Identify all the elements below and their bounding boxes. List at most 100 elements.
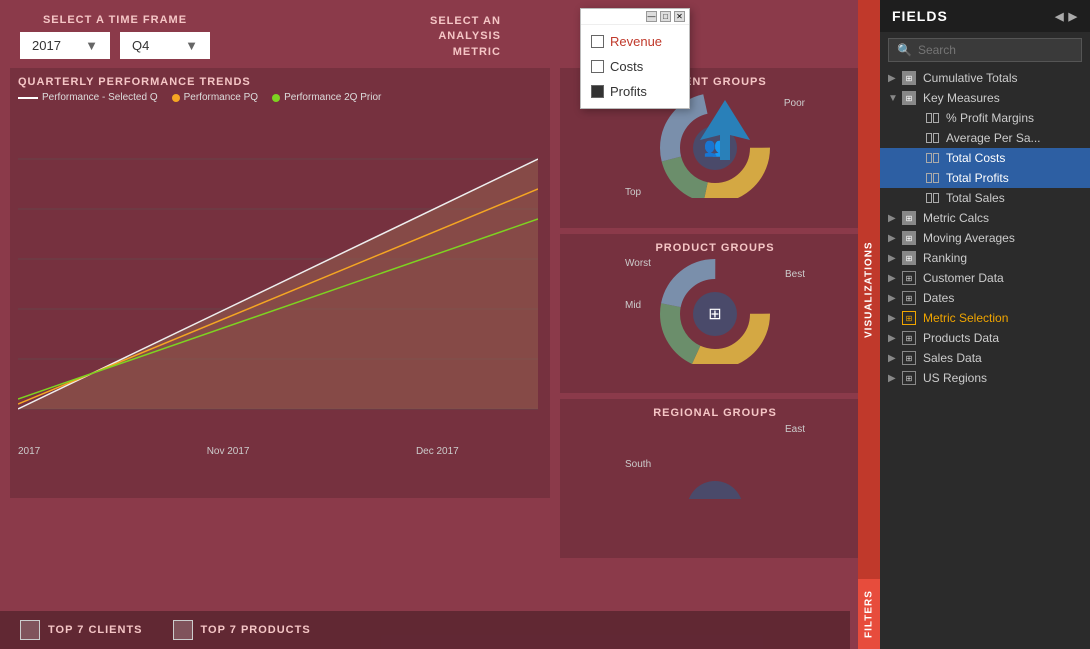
- product-label-best: Best: [785, 269, 805, 280]
- visualizations-tab[interactable]: VISUALIZATIONS: [858, 0, 880, 579]
- measure-icons: [926, 133, 939, 143]
- bottom-products-icon: [173, 620, 193, 640]
- search-icon: 🔍: [897, 43, 912, 57]
- metric-revenue-item[interactable]: Revenue: [581, 29, 689, 54]
- product-label-worst: Worst: [625, 258, 651, 269]
- products-data-label: Products Data: [923, 331, 1082, 345]
- grid-icon-gold: ⊞: [902, 311, 916, 325]
- fields-arrow-left[interactable]: ◀: [1055, 10, 1064, 23]
- regional-groups-title: REGIONAL GROUPS: [568, 407, 862, 419]
- sales-data-label: Sales Data: [923, 351, 1082, 365]
- bottom-clients: TOP 7 CLIENTS: [20, 620, 143, 640]
- tree-cumulative-totals[interactable]: ▶ ⊞ Cumulative Totals: [880, 68, 1090, 88]
- client-label-top: Top: [625, 187, 641, 198]
- metric-calcs-label: Metric Calcs: [923, 211, 1082, 225]
- table-icon: ⊞: [902, 91, 916, 105]
- us-regions-label: US Regions: [923, 371, 1082, 385]
- grid-icon: ⊞: [902, 351, 916, 365]
- total-sales-label: Total Sales: [946, 191, 1082, 205]
- key-measures-label: Key Measures: [923, 91, 1082, 105]
- tree-ranking[interactable]: ▶ ⊞ Ranking: [880, 248, 1090, 268]
- table-icon: ⊞: [902, 231, 916, 245]
- bottom-clients-icon: [20, 620, 40, 640]
- metric-costs-item[interactable]: Costs: [581, 54, 689, 79]
- metric-profits-item[interactable]: Profits: [581, 79, 689, 104]
- quarter-dropdown-arrow: ▼: [185, 38, 198, 53]
- revenue-checkbox[interactable]: [591, 35, 604, 48]
- total-profits-label: Total Profits: [946, 171, 1082, 185]
- fields-header: FIELDS ◀ ▶: [880, 0, 1090, 32]
- metric-label-2: ANALYSIS: [430, 29, 501, 44]
- table-icon: ⊞: [902, 211, 916, 225]
- side-tabs: VISUALIZATIONS FILTERS: [858, 0, 880, 649]
- regional-donut: 🌐: [625, 419, 805, 499]
- costs-label: Costs: [610, 59, 643, 74]
- bottom-products-label: TOP 7 PRODUCTS: [201, 624, 311, 636]
- average-per-sa-label: Average Per Sa...: [946, 131, 1082, 145]
- popup-minimize-btn[interactable]: —: [646, 11, 657, 22]
- left-section: QUARTERLY PERFORMANCE TRENDS Performance…: [10, 68, 560, 558]
- tree-average-per-sa[interactable]: Average Per Sa...: [880, 128, 1090, 148]
- chart-legend: Performance - Selected Q Performance PQ …: [18, 92, 542, 103]
- filters-tab[interactable]: FILTERS: [858, 579, 880, 649]
- profits-label: Profits: [610, 84, 647, 99]
- grid-icon: ⊞: [902, 371, 916, 385]
- metric-popup: — □ ✕ Revenue Costs Profits: [580, 8, 690, 109]
- client-label-poor: Poor: [784, 98, 805, 109]
- table-icon: ⊞: [902, 71, 916, 85]
- legend-pq: Performance PQ: [172, 92, 258, 103]
- bottom-products: TOP 7 PRODUCTS: [173, 620, 311, 640]
- measure-icons: [926, 173, 939, 183]
- year-dropdown[interactable]: 2017 ▼: [20, 32, 110, 59]
- product-groups-title: PRODUCT GROUPS: [568, 242, 862, 254]
- measure-icons: [926, 193, 939, 203]
- moving-averages-label: Moving Averages: [923, 231, 1082, 245]
- tree-customer-data[interactable]: ▶ ⊞ Customer Data: [880, 268, 1090, 288]
- grid-icon: ⊞: [902, 331, 916, 345]
- search-box[interactable]: 🔍: [888, 38, 1082, 62]
- fields-title: FIELDS: [892, 8, 948, 24]
- tree-dates[interactable]: ▶ ⊞ Dates: [880, 288, 1090, 308]
- bottom-clients-label: TOP 7 CLIENTS: [48, 624, 143, 636]
- grid-icon: ⊞: [902, 291, 916, 305]
- popup-maximize-btn[interactable]: □: [660, 11, 671, 22]
- measure-icons: [926, 153, 939, 163]
- tree-products-data[interactable]: ▶ ⊞ Products Data: [880, 328, 1090, 348]
- dates-label: Dates: [923, 291, 1082, 305]
- costs-checkbox[interactable]: [591, 60, 604, 73]
- metric-label-1: SELECT AN: [430, 14, 501, 29]
- time-frame-section: SELECT A TIME FRAME 2017 ▼ Q4 ▼: [20, 14, 210, 59]
- cumulative-totals-label: Cumulative Totals: [923, 71, 1082, 85]
- revenue-label: Revenue: [610, 34, 662, 49]
- svg-text:⊞: ⊞: [708, 306, 721, 323]
- tree-profit-margins[interactable]: % Profit Margins: [880, 108, 1090, 128]
- tree-sales-data[interactable]: ▶ ⊞ Sales Data: [880, 348, 1090, 368]
- tree-us-regions[interactable]: ▶ ⊞ US Regions: [880, 368, 1090, 388]
- tree-moving-averages[interactable]: ▶ ⊞ Moving Averages: [880, 228, 1090, 248]
- fields-panel: VISUALIZATIONS FILTERS FIELDS ◀ ▶ 🔍 ▶ ⊞ …: [880, 0, 1090, 649]
- popup-close-btn[interactable]: ✕: [674, 11, 685, 22]
- arrow-icon: ▼: [888, 93, 898, 104]
- tree-metric-selection[interactable]: ▶ ⊞ Metric Selection: [880, 308, 1090, 328]
- regional-label-south: South: [625, 459, 651, 470]
- metric-label-3: METRIC: [430, 45, 501, 60]
- customer-data-label: Customer Data: [923, 271, 1082, 285]
- search-input[interactable]: [918, 43, 1073, 57]
- tree-total-sales[interactable]: Total Sales: [880, 188, 1090, 208]
- profits-checkbox[interactable]: [591, 85, 604, 98]
- performance-chart: [18, 109, 538, 439]
- tree-key-measures[interactable]: ▼ ⊞ Key Measures: [880, 88, 1090, 108]
- chart-x-axis: 2017 Nov 2017 Dec 2017: [18, 446, 542, 457]
- quarter-dropdown[interactable]: Q4 ▼: [120, 32, 210, 59]
- regional-label-east: East: [785, 424, 805, 435]
- tree-total-costs[interactable]: Total Costs: [880, 148, 1090, 168]
- metric-label-area: SELECT AN ANALYSIS METRIC: [430, 14, 501, 60]
- blue-arrow-indicator: [700, 100, 750, 165]
- total-costs-label: Total Costs: [946, 151, 1082, 165]
- fields-tree: ▶ ⊞ Cumulative Totals ▼ ⊞ Key Measures %…: [880, 68, 1090, 649]
- tree-total-profits[interactable]: Total Profits: [880, 168, 1090, 188]
- fields-arrow-right[interactable]: ▶: [1069, 10, 1078, 23]
- tree-metric-calcs[interactable]: ▶ ⊞ Metric Calcs: [880, 208, 1090, 228]
- metric-selection-label: Metric Selection: [923, 311, 1082, 325]
- grid-icon: ⊞: [902, 271, 916, 285]
